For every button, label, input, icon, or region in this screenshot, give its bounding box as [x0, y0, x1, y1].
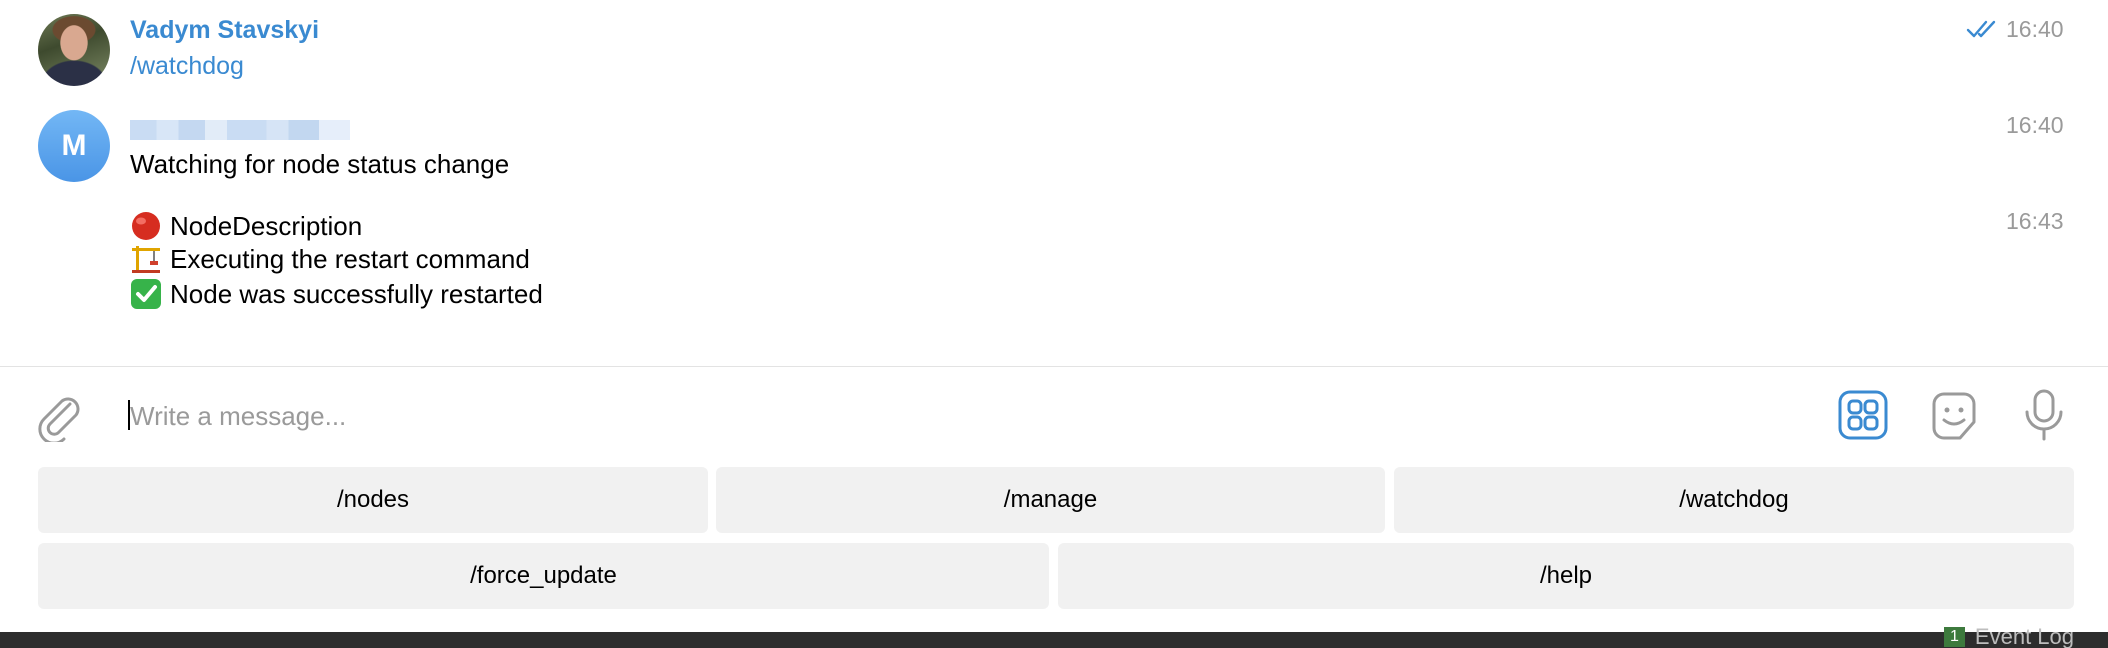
message-line-text: NodeDescription — [170, 211, 363, 241]
keyboard-button-help[interactable]: /help — [1058, 543, 2074, 609]
sender-name[interactable]: Vadym Stavskyi — [130, 16, 319, 45]
message-line-text: Node was successfully restarted — [170, 279, 543, 309]
message-text: Watching for node status change — [130, 149, 510, 179]
composer-divider — [0, 366, 2108, 367]
sticker-icon[interactable] — [1928, 390, 1980, 442]
crane-icon — [132, 246, 160, 273]
avatar-letter: M — [61, 129, 87, 162]
message-time: 16:43 — [2006, 208, 2064, 234]
keyboard-button-manage[interactable]: /manage — [716, 467, 1385, 533]
message-line: NodeDescription — [130, 211, 362, 242]
red-circle-icon — [132, 212, 160, 240]
paperclip-icon[interactable] — [34, 390, 84, 442]
event-count-badge: 1 — [1944, 627, 1965, 647]
message-time: 16:40 — [2006, 112, 2064, 138]
event-log-button[interactable]: 1 Event Log — [1944, 626, 2074, 648]
blurred-sender-name — [130, 120, 350, 140]
message-line: Executing the restart command — [130, 244, 530, 275]
event-log-label: Event Log — [1974, 626, 2074, 648]
check-mark-icon — [131, 279, 161, 309]
keyboard-button-watchdog[interactable]: /watchdog — [1394, 467, 2074, 533]
message-time: 16:40 — [2006, 16, 2064, 42]
ide-status-bar — [0, 632, 2108, 648]
user-avatar[interactable] — [38, 14, 110, 86]
keyboard-button-force-update[interactable]: /force_update — [38, 543, 1049, 609]
message-input[interactable] — [130, 394, 1810, 438]
microphone-icon[interactable] — [2022, 388, 2066, 442]
keyboard-button-nodes[interactable]: /nodes — [38, 467, 708, 533]
read-check-icon — [1966, 20, 1996, 38]
bot-keyboard-icon[interactable] — [1838, 390, 1888, 440]
message-line: Node was successfully restarted — [130, 279, 543, 310]
bot-avatar[interactable]: M — [38, 110, 110, 182]
message-line-text: Executing the restart command — [170, 244, 530, 274]
message-command-link[interactable]: /watchdog — [130, 52, 244, 81]
